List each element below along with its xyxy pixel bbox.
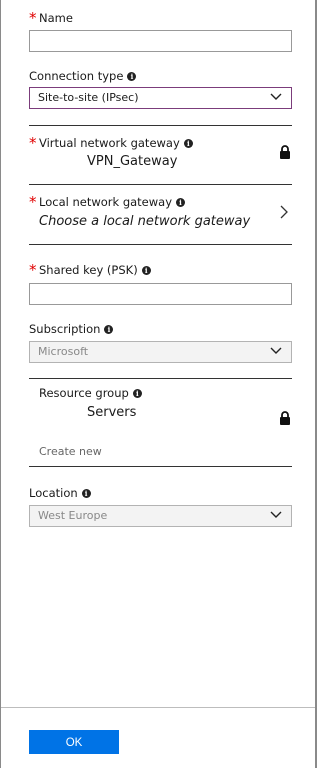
connection-type-label: Connection type i [29, 69, 137, 83]
separator [29, 378, 292, 379]
connection-type-value: Site-to-site (IPsec) [38, 91, 139, 104]
create-new-link[interactable]: Create new [39, 445, 102, 458]
separator [29, 466, 292, 467]
chevron-down-icon [270, 93, 282, 100]
footer-divider [1, 707, 315, 708]
local-network-gateway-label: Local network gateway i [39, 195, 186, 209]
name-input[interactable] [29, 30, 292, 52]
subscription-label-text: Subscription [29, 322, 101, 336]
virtual-network-gateway-label-text: Virtual network gateway [39, 136, 180, 150]
info-icon: i [127, 72, 137, 81]
info-icon: i [141, 266, 151, 275]
info-icon: i [183, 139, 193, 148]
chevron-right-icon [280, 205, 288, 219]
required-asterisk: * [29, 261, 37, 279]
resource-group-value: Servers [87, 405, 137, 420]
subscription-value: Microsoft [38, 345, 89, 358]
location-label: Location i [29, 486, 91, 500]
location-label-text: Location [29, 486, 78, 500]
location-value: West Europe [38, 509, 108, 522]
info-icon: i [176, 198, 186, 207]
separator [29, 125, 292, 126]
subscription-select[interactable]: Microsoft [29, 341, 292, 363]
shared-key-label-text: Shared key (PSK) [39, 263, 138, 277]
resource-group-label: Resource group i [39, 386, 142, 400]
required-asterisk: * [29, 9, 37, 27]
subscription-label: Subscription i [29, 322, 114, 336]
create-connection-blade: * Name Connection type i Site-to-site (IP… [0, 0, 317, 768]
virtual-network-gateway-value: VPN_Gateway [87, 154, 178, 169]
info-icon: i [104, 325, 114, 334]
lock-icon [280, 145, 290, 159]
info-icon: i [81, 489, 91, 498]
chevron-down-icon [270, 511, 282, 518]
resource-group-label-text: Resource group [39, 386, 129, 400]
ok-button[interactable]: OK [29, 730, 119, 754]
required-asterisk: * [29, 193, 37, 211]
name-label: Name [39, 11, 73, 25]
chevron-down-icon [270, 347, 282, 354]
separator [29, 244, 292, 245]
local-network-gateway-label-text: Local network gateway [39, 195, 173, 209]
lock-icon [280, 411, 290, 425]
required-asterisk: * [29, 134, 37, 152]
shared-key-input[interactable] [29, 283, 292, 305]
local-network-gateway-placeholder: Choose a local network gateway [39, 214, 251, 229]
info-icon: i [132, 389, 142, 398]
location-select[interactable]: West Europe [29, 505, 292, 527]
virtual-network-gateway-label: Virtual network gateway i [39, 136, 193, 150]
separator [29, 184, 292, 185]
connection-type-label-text: Connection type [29, 69, 124, 83]
local-network-gateway-picker[interactable]: * Local network gateway i Choose a local … [29, 190, 292, 240]
connection-type-select[interactable]: Site-to-site (IPsec) [29, 87, 292, 109]
shared-key-label: Shared key (PSK) i [39, 263, 151, 277]
